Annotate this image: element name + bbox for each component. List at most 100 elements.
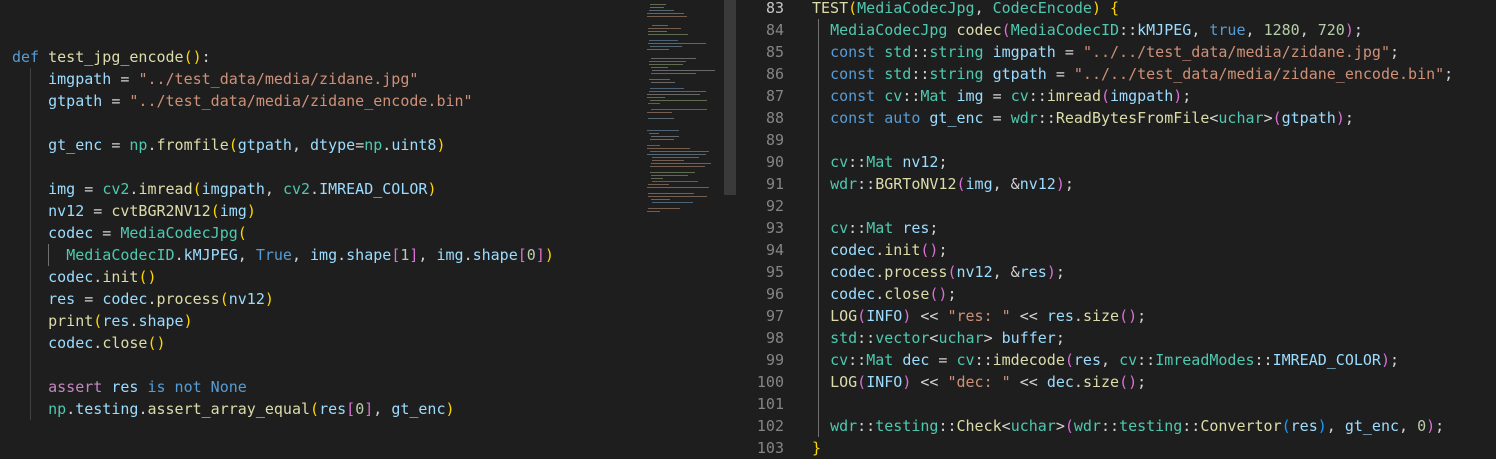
line-number[interactable]: 96 [736, 283, 784, 305]
code-token: process [884, 263, 948, 281]
cpp-code-line[interactable]: TEST(MediaCodecJpg, CodecEncode) { [812, 0, 1119, 19]
cpp-code-line[interactable]: cv::Mat res; [812, 217, 938, 239]
code-token: . [93, 268, 103, 286]
code-token: kMJPEG [1137, 21, 1192, 39]
code-token: std [830, 329, 858, 347]
cpp-code-line[interactable]: cv::Mat dec = cv::imdecode(res, cv::Imre… [812, 349, 1399, 371]
code-token: const [830, 65, 885, 83]
code-token: string [929, 43, 984, 61]
code-token: def [12, 48, 49, 66]
cpp-code-line[interactable]: } [812, 437, 821, 459]
minimap-stroke [649, 61, 686, 62]
line-number[interactable]: 89 [736, 129, 784, 151]
code-token: ; [1064, 175, 1074, 193]
cpp-code-line[interactable]: std::vector<uchar> buffer; [812, 327, 1065, 349]
code-token: imread [1046, 87, 1101, 105]
cpp-code-line[interactable]: codec.process(nv12, &res); [812, 261, 1065, 283]
minimap-stroke [648, 184, 669, 185]
line-number[interactable]: 90 [736, 151, 784, 173]
cpp-code-line[interactable]: LOG(INFO) << "dec: " << dec.size(); [812, 371, 1146, 393]
line-number[interactable]: 97 [736, 305, 784, 327]
code-token: ; [947, 285, 957, 303]
minimap-stroke [649, 10, 674, 11]
code-token: init [884, 241, 921, 259]
line-number[interactable]: 98 [736, 327, 784, 349]
cpp-code-line[interactable]: MediaCodecJpg codec(MediaCodecID::kMJPEG… [812, 19, 1363, 41]
line-number[interactable]: 99 [736, 349, 784, 371]
python-code-line[interactable]: imgpath = "../test_data/media/zidane.jpg… [12, 68, 418, 90]
line-number[interactable]: 88 [736, 107, 784, 129]
minimap-stroke [648, 118, 674, 119]
python-code-line[interactable]: gtpath = "../test_data/media/zidane_enco… [12, 90, 472, 112]
line-number[interactable]: 86 [736, 63, 784, 85]
minimap[interactable] [645, 0, 715, 215]
line-number[interactable]: 91 [736, 173, 784, 195]
python-code-line[interactable]: nv12 = cvtBGR2NV12(img) [12, 200, 256, 222]
python-code-line[interactable]: MediaCodecID.kMJPEG, True, img.shape[1],… [12, 244, 554, 266]
code-token: ) [1317, 417, 1327, 435]
code-token: kMJPEG [183, 246, 238, 264]
python-code-line[interactable]: print(res.shape) [12, 310, 193, 332]
code-token: ( [228, 136, 238, 154]
line-number[interactable]: 84 [736, 19, 784, 41]
python-code-line[interactable]: codec.init() [12, 266, 156, 288]
line-number[interactable]: 103 [736, 437, 784, 459]
python-code-line[interactable]: codec.close() [12, 332, 165, 354]
cpp-code-line[interactable]: cv::Mat nv12; [812, 151, 947, 173]
minimap-stroke [652, 70, 715, 71]
cpp-code-line[interactable]: const std::string gtpath = "../../test_d… [812, 63, 1453, 85]
code-token: gtpath [1281, 109, 1336, 127]
cpp-code-line[interactable]: const cv::Mat img = cv::imread(imgpath); [812, 85, 1191, 107]
code-token: = [1046, 65, 1074, 83]
line-number[interactable]: 85 [736, 41, 784, 63]
code-token: [ [391, 246, 401, 264]
code-token: :: [1028, 87, 1047, 105]
python-code-line[interactable]: img = cv2.imread(imgpath, cv2.IMREAD_COL… [12, 178, 436, 200]
python-code-line[interactable]: def test_jpg_encode(): [12, 46, 211, 68]
line-number[interactable]: 83 [736, 0, 784, 19]
python-code-line[interactable]: gt_enc = np.fromfile(gtpath, dtype=np.ui… [12, 134, 445, 156]
line-number[interactable]: 102 [736, 415, 784, 437]
python-code-line[interactable]: assert res is not None [12, 376, 247, 398]
code-token: imgpath [1110, 87, 1174, 105]
python-code-line[interactable]: codec = MediaCodecJpg( [12, 222, 247, 244]
cpp-code-line[interactable]: LOG(INFO) << "res: " << res.size(); [812, 305, 1146, 327]
code-token: imgpath [201, 180, 265, 198]
code-token: np [129, 136, 148, 154]
python-editor-pane[interactable]: def test_jpg_encode(): imgpath = "../tes… [0, 0, 724, 459]
line-number[interactable]: 95 [736, 261, 784, 283]
code-token: process [156, 290, 220, 308]
code-token: ; [938, 241, 948, 259]
code-token: True [255, 246, 292, 264]
cpp-code-line[interactable]: codec.init(); [812, 239, 947, 261]
cpp-editor-pane[interactable]: 83 TEST(MediaCodecJpg, CodecEncode) { 84 M… [736, 0, 1496, 459]
code-token: [ [346, 400, 356, 418]
code-token: :: [938, 417, 957, 435]
line-number[interactable]: 93 [736, 217, 784, 239]
code-token: ( [1272, 109, 1282, 127]
cpp-code-line[interactable]: wdr::testing::Check<uchar>(wdr::testing:… [812, 415, 1444, 437]
cpp-code-line[interactable]: codec.close(); [812, 283, 957, 305]
python-code-line[interactable]: np.testing.assert_array_equal(res[0], gt… [12, 398, 454, 420]
code-token: MediaCodecJpg [830, 21, 948, 39]
cpp-code-line[interactable]: const std::string imgpath = "../../test_… [812, 41, 1399, 63]
line-number[interactable]: 100 [736, 371, 784, 393]
code-token: ; [1137, 307, 1147, 325]
code-token: ; [1137, 373, 1147, 391]
vertical-scrollbar[interactable] [724, 0, 736, 195]
line-number[interactable]: 92 [736, 195, 784, 217]
line-number[interactable]: 94 [736, 239, 784, 261]
cpp-code-line[interactable]: wdr::BGRToNV12(img, &nv12); [812, 173, 1074, 195]
code-token: , [418, 246, 437, 264]
cpp-code-line[interactable]: const auto gt_enc = wdr::ReadBytesFromFi… [812, 107, 1354, 129]
line-number[interactable]: 101 [736, 393, 784, 415]
code-token: cv [830, 351, 849, 369]
code-token: nv12 [902, 153, 939, 171]
python-code-line[interactable]: res = codec.process(nv12) [12, 288, 274, 310]
code-token: = [111, 70, 139, 88]
line-number[interactable]: 87 [736, 85, 784, 107]
code-token: :: [848, 153, 867, 171]
